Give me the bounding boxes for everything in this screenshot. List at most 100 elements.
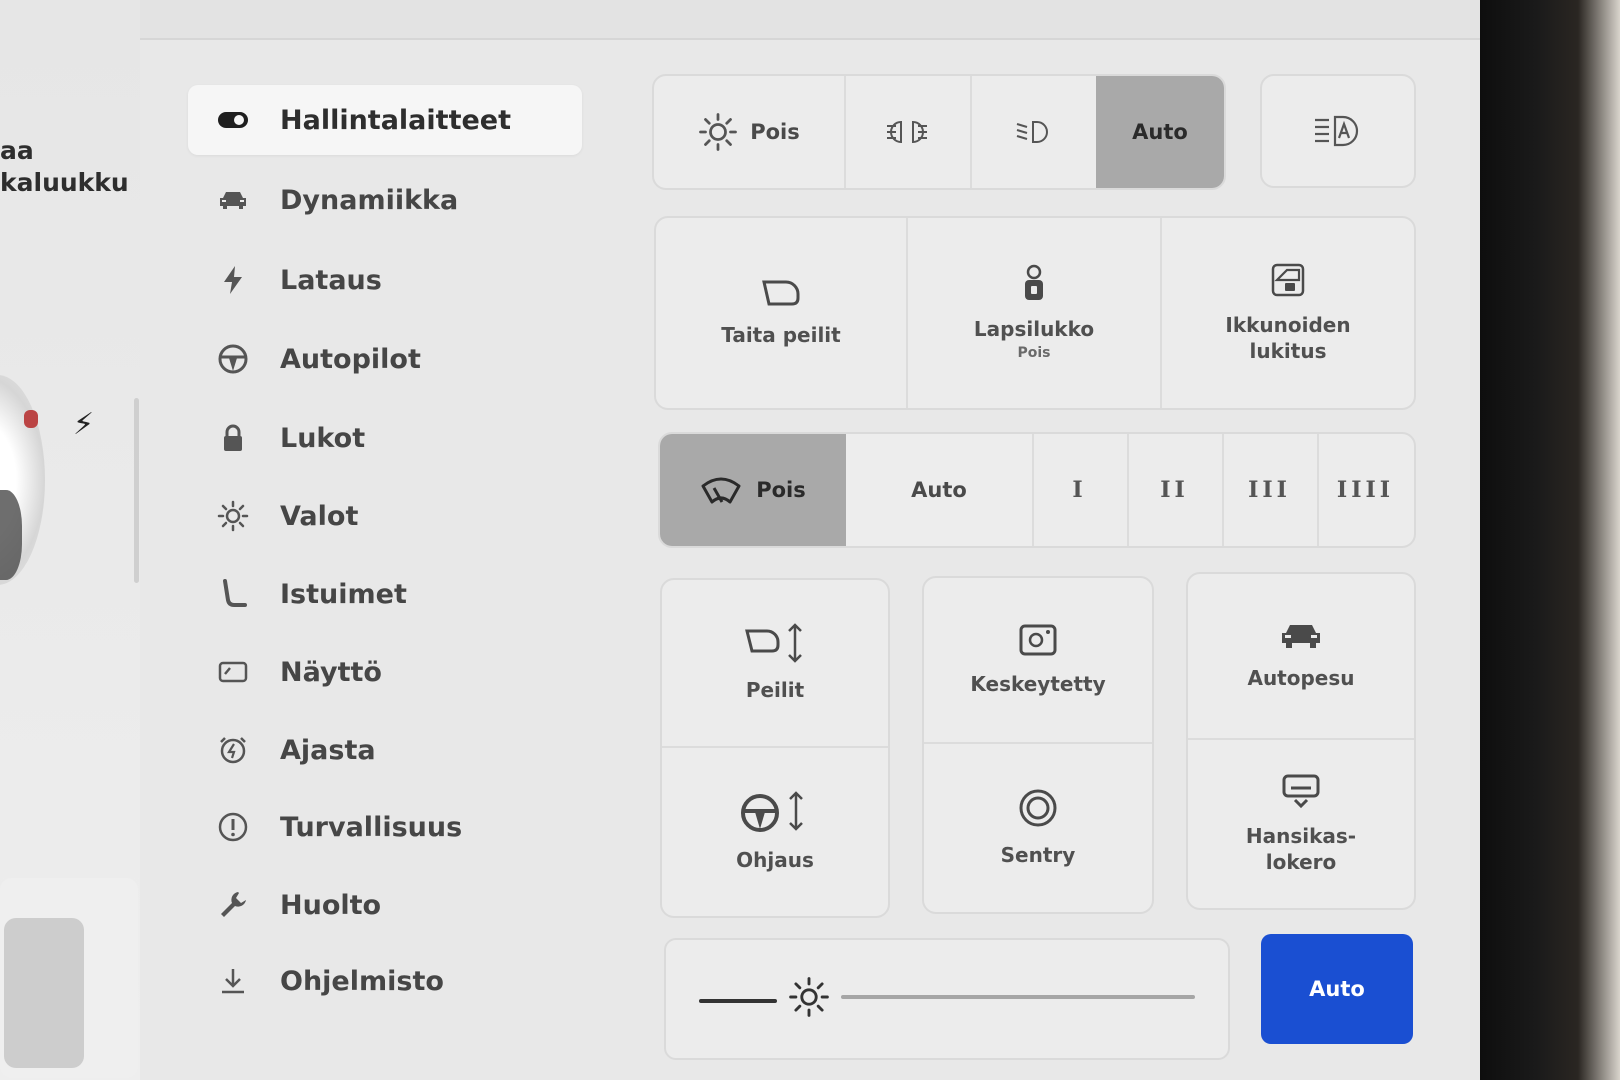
parking-lights-icon [887, 120, 927, 144]
wiper-speed-1-button[interactable]: I [1032, 434, 1129, 546]
sidebar-item-software[interactable]: Ohjelmisto [188, 946, 582, 1016]
charge-port-light [24, 410, 38, 428]
headlights-off-button[interactable]: Pois [654, 76, 846, 188]
car-top-view [4, 918, 84, 1068]
scrollbar[interactable] [134, 398, 139, 583]
sidebar-item-controls[interactable]: Hallintalaitteet [188, 85, 582, 155]
strip-label-1[interactable]: aa [0, 136, 34, 165]
brightness-auto-button[interactable]: Auto [1261, 934, 1413, 1044]
car-wash-label: Autopesu [1247, 666, 1355, 690]
sidebar-item-safety[interactable]: Turvallisuus [188, 792, 582, 862]
car-icon [1282, 625, 1320, 648]
fold-mirrors-label: Taita peilit [721, 323, 841, 347]
sidebar-item-lights[interactable]: Valot [188, 481, 582, 551]
wipers-auto-label: Auto [911, 478, 967, 502]
car-visual-panel: aa kaluukku ⚡ [0, 0, 140, 1080]
sidebar-item-service[interactable]: Huolto [188, 870, 582, 940]
mirror-adjust-icon [745, 623, 802, 663]
sidebar-item-autopilot[interactable]: Autopilot [188, 324, 582, 394]
car-wash-button[interactable]: Autopesu [1188, 574, 1414, 740]
wiper-speed-2-button[interactable]: II [1127, 434, 1224, 546]
sidebar-item-label: Valot [280, 500, 359, 532]
sidebar-item-seats[interactable]: Istuimet [188, 559, 582, 629]
mirrors-adjust-button[interactable]: Peilit [662, 580, 888, 748]
quick-controls-panel: Taita peilit Lapsilukko Pois Ikkunoiden … [654, 216, 1416, 410]
charging-bolt-icon: ⚡ [73, 407, 95, 442]
sidebar-item-label: Lukot [280, 422, 366, 454]
glovebox-button[interactable]: Hansikas- lokero [1188, 740, 1414, 908]
wiper-speed-2-label: II [1160, 477, 1189, 503]
wipers-off-label: Pois [756, 478, 806, 502]
child-lock-state: Pois [1017, 344, 1051, 361]
child-lock-label: Lapsilukko [973, 316, 1095, 341]
sentry-button[interactable]: Sentry [924, 744, 1152, 912]
headlights-auto-button[interactable]: Auto [1096, 76, 1224, 188]
wiper-speed-4-button[interactable]: IIII [1317, 434, 1414, 546]
sidebar-item-label: Ohjelmisto [280, 965, 444, 997]
alert-circle-icon [216, 810, 250, 844]
dashcam-icon [1019, 624, 1057, 656]
window-lock-label-2: lukitus [1249, 339, 1327, 363]
sidebar-item-label: Dynamiikka [280, 184, 459, 216]
headlight-control: Pois Auto [652, 74, 1226, 190]
mirror-icon [762, 280, 800, 306]
child-lock-icon [1025, 264, 1043, 300]
glovebox-label-1: Hansikas- [1245, 824, 1357, 848]
headlights-auto-label: Auto [1132, 120, 1188, 144]
window-lock-button[interactable]: Ikkunoiden lukitus [1162, 218, 1414, 408]
car-top-view-card[interactable] [0, 878, 138, 1078]
sidebar-item-label: Huolto [280, 889, 382, 921]
display-icon [216, 655, 250, 689]
auto-high-beam-button[interactable] [1260, 74, 1416, 188]
mirrors-steering-tiles: Peilit Ohjaus [660, 578, 890, 918]
steering-adjust-button[interactable]: Ohjaus [662, 748, 888, 916]
top-status-bar [140, 0, 1480, 40]
sidebar-item-dynamics[interactable]: Dynamiikka [188, 165, 582, 235]
lock-icon [216, 421, 250, 455]
touchscreen: aa kaluukku ⚡ Hallintalaitteet Dynamiikk… [0, 0, 1480, 1080]
screen-bezel [1480, 0, 1620, 1080]
wiper-speed-3-label: III [1248, 477, 1291, 503]
wipers-auto-button[interactable]: Auto [846, 434, 1034, 546]
sentry-label: Sentry [1000, 843, 1076, 867]
steering-wheel-icon [216, 342, 250, 376]
low-beam-icon [1016, 121, 1048, 143]
wiper-speed-4-label: IIII [1336, 477, 1395, 503]
wiper-speed-3-button[interactable]: III [1222, 434, 1319, 546]
sidebar-item-display[interactable]: Näyttö [188, 637, 582, 707]
window-lock-label-1: Ikkunoiden [1225, 313, 1351, 337]
brightness-slider-track [841, 995, 1195, 999]
sidebar-item-label: Autopilot [280, 343, 421, 375]
window-lock-icon [1271, 263, 1305, 297]
dashcam-button[interactable]: Keskeytetty [924, 578, 1152, 744]
wrench-icon [216, 888, 250, 922]
sidebar-item-label: Ajasta [280, 734, 376, 766]
wipers-off-button[interactable]: Pois [660, 434, 848, 546]
fold-mirrors-button[interactable]: Taita peilit [656, 218, 908, 408]
sidebar-item-label: Hallintalaitteet [280, 104, 512, 136]
dashcam-label: Keskeytetty [970, 672, 1106, 696]
sun-icon [699, 113, 738, 151]
strip-label-2[interactable]: kaluukku [0, 168, 129, 197]
sidebar-item-locks[interactable]: Lukot [188, 403, 582, 473]
sidebar-item-schedule[interactable]: Ajasta [188, 715, 582, 785]
sidebar-item-label: Turvallisuus [280, 811, 463, 843]
headlights-off-label: Pois [750, 120, 800, 144]
wiper-icon [701, 477, 741, 504]
mirrors-label: Peilit [745, 678, 805, 702]
parking-lights-button[interactable] [844, 76, 972, 188]
seat-icon [216, 577, 250, 611]
glovebox-label-2: lokero [1265, 850, 1337, 874]
steering-label: Ohjaus [736, 848, 814, 872]
sidebar-item-label: Näyttö [280, 656, 382, 688]
sidebar-item-charging[interactable]: Lataus [188, 245, 582, 315]
low-beam-button[interactable] [970, 76, 1098, 188]
brightness-slider[interactable] [664, 938, 1230, 1060]
sentry-icon [1019, 789, 1057, 827]
child-lock-button[interactable]: Lapsilukko Pois [908, 218, 1162, 408]
download-icon [216, 964, 250, 998]
sidebar-item-label: Lataus [280, 264, 382, 296]
glovebox-icon [1282, 774, 1320, 809]
brightness-auto-label: Auto [1309, 977, 1365, 1001]
car-icon [216, 183, 250, 217]
